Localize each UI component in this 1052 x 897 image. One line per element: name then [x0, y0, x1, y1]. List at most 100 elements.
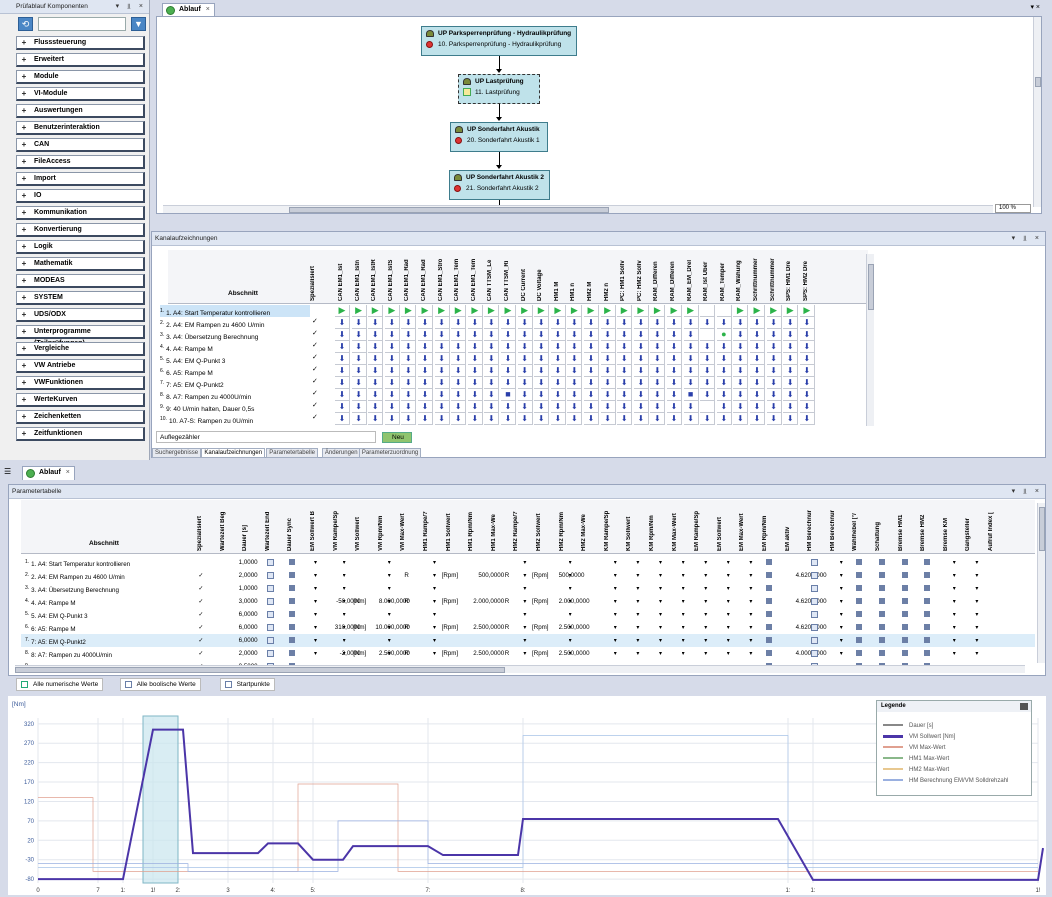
arrow-down-icon[interactable]: ⬇	[501, 317, 516, 329]
bremse-bool[interactable]	[879, 634, 891, 647]
dropdown-icon[interactable]: ▾	[975, 647, 983, 660]
arrow-down-icon[interactable]: ⬇	[335, 329, 350, 341]
column-header[interactable]: VM Max-Wert	[400, 501, 412, 551]
category-mathematik[interactable]: + Mathematik	[16, 257, 145, 271]
play-icon[interactable]: ▶	[467, 305, 483, 317]
arrow-down-icon[interactable]: ⬇	[484, 317, 500, 329]
arrow-down-icon[interactable]: ⬇	[799, 317, 815, 329]
filter-button-0[interactable]: Alle numerische Werte	[16, 678, 104, 691]
dropdown-icon[interactable]: ▾	[659, 556, 667, 569]
arrow-down-icon[interactable]: ⬇	[567, 329, 583, 341]
play-icon[interactable]: ▶	[401, 305, 417, 317]
dropdown-icon[interactable]: ▾	[682, 595, 690, 608]
bremse-bool[interactable]	[879, 621, 891, 634]
dropdown-icon[interactable]: ▾	[614, 634, 622, 647]
arrow-down-icon[interactable]: ⬇	[766, 377, 782, 389]
dropdown-icon[interactable]: ▾	[953, 608, 961, 621]
arrow-down-icon[interactable]: ⬇	[584, 377, 599, 389]
row-abschnitt[interactable]: 1. 1. A4: Start Temperatur kontrollieren	[25, 556, 175, 569]
arrow-down-icon[interactable]: ⬇	[750, 365, 765, 377]
dropdown-icon[interactable]: ▾	[388, 608, 396, 621]
row-abschnitt[interactable]: 2. 2. A4: EM Rampen zu 4600 U/min	[25, 569, 175, 582]
arrow-down-icon[interactable]: ⬇	[733, 317, 749, 329]
expand-icon[interactable]: +	[20, 175, 28, 183]
arrow-down-icon[interactable]: ⬇	[534, 341, 550, 353]
column-header[interactable]: VM Sollwert	[355, 501, 367, 551]
bremse-bool[interactable]	[856, 608, 868, 621]
arrow-down-icon[interactable]: ⬇	[799, 365, 815, 377]
arrow-down-icon[interactable]: ⬇	[633, 341, 649, 353]
dropdown-icon[interactable]: ▾	[523, 582, 531, 595]
category-konvertierung[interactable]: + Konvertierung	[16, 223, 145, 237]
column-header[interactable]: RAM_Temper	[720, 251, 732, 301]
checkbox[interactable]	[811, 610, 819, 618]
bremse-bool[interactable]	[879, 582, 891, 595]
arrow-down-icon[interactable]: ⬇	[517, 317, 533, 329]
checkbox[interactable]	[266, 649, 274, 657]
column-header[interactable]: CAN TTSM_Le	[487, 251, 499, 301]
arrow-down-icon[interactable]: ⬇	[650, 389, 666, 401]
arrow-down-icon[interactable]: ⬇	[617, 413, 633, 425]
hm1-unit-dropdown[interactable]: [Rpm]	[442, 569, 466, 582]
arrow-down-icon[interactable]: ⬇	[384, 317, 400, 329]
arrow-down-icon[interactable]: ⬇	[584, 401, 599, 413]
bremse-bool[interactable]	[901, 647, 914, 660]
arrow-down-icon[interactable]: ⬇	[401, 401, 417, 413]
hm2-max-value[interactable]	[559, 582, 597, 595]
dropdown-icon[interactable]: ▾	[975, 569, 983, 582]
arrow-down-icon[interactable]: ⬇	[766, 353, 782, 365]
arrow-down-icon[interactable]: ⬇	[667, 389, 682, 401]
dauer-sync-checkbox[interactable]	[266, 582, 279, 595]
hm2-max-value[interactable]: 2.000,0000	[559, 595, 597, 608]
play-icon[interactable]: ▶	[434, 305, 450, 317]
dropdown-icon[interactable]: ▾	[975, 582, 983, 595]
arrow-down-icon[interactable]: ⬇	[633, 329, 649, 341]
column-header[interactable]: CAN EM1_Rad	[404, 251, 416, 301]
vm-rampe-dropdown[interactable]: ▾	[314, 621, 326, 634]
arrow-down-icon[interactable]: ⬇	[351, 329, 367, 341]
arrow-down-icon[interactable]: ⬇	[384, 377, 400, 389]
play-icon[interactable]: ▶	[799, 305, 815, 317]
arrow-down-icon[interactable]: ⬇	[384, 341, 400, 353]
arrow-down-icon[interactable]: ⬇	[584, 413, 599, 425]
dropdown-icon[interactable]: ▾	[682, 569, 690, 582]
hm2-rampe-dropdown[interactable]: R	[505, 595, 517, 608]
bremse-bool[interactable]	[924, 569, 936, 582]
dropdown-icon[interactable]: ▾	[704, 634, 712, 647]
dropdown-icon[interactable]: ▾	[840, 621, 848, 634]
scroll-thumb[interactable]	[289, 207, 609, 213]
arrow-down-icon[interactable]: ⬇	[351, 365, 367, 377]
arrow-down-icon[interactable]: ⬇	[451, 329, 467, 341]
arrow-down-icon[interactable]: ⬇	[434, 389, 450, 401]
checkbox[interactable]	[266, 558, 274, 566]
bremse-bool[interactable]	[856, 569, 868, 582]
bremse-bool[interactable]	[879, 569, 891, 582]
column-header[interactable]: Gangsteller	[965, 501, 977, 551]
arrow-down-icon[interactable]: ⬇	[368, 365, 384, 377]
arrow-down-icon[interactable]: ⬇	[600, 365, 616, 377]
dropdown-icon[interactable]: ▾	[636, 647, 644, 660]
hm-berechnung-checkbox[interactable]	[811, 569, 823, 582]
dropdown-icon[interactable]: ▾	[433, 608, 441, 621]
arrow-down-icon[interactable]: ⬇	[501, 401, 516, 413]
arrow-down-icon[interactable]: ⬇	[650, 401, 666, 413]
expand-icon[interactable]: +	[20, 362, 28, 370]
dropdown-icon[interactable]: ▾	[953, 569, 961, 582]
arrow-down-icon[interactable]: ⬇	[418, 317, 433, 329]
dropdown-icon[interactable]: ▾	[704, 569, 712, 582]
arrow-down-icon[interactable]: ⬇	[716, 353, 732, 365]
arrow-down-icon[interactable]: ⬇	[418, 365, 433, 377]
dropdown-icon[interactable]: ▾	[569, 647, 577, 660]
arrow-down-icon[interactable]: ⬇	[534, 389, 550, 401]
em-aktiv-bool[interactable]	[766, 569, 778, 582]
category-wertekurven[interactable]: + WerteKurven	[16, 393, 145, 407]
arrow-down-icon[interactable]: ⬇	[517, 377, 533, 389]
dropdown-icon[interactable]: ▾	[682, 556, 690, 569]
column-header[interactable]: Schaltung	[875, 501, 887, 551]
arrow-down-icon[interactable]: ⬇	[766, 413, 782, 425]
bremse-bool[interactable]	[856, 647, 868, 660]
dropdown-icon[interactable]: ▾	[975, 621, 983, 634]
dropdown-icon[interactable]: ▾	[975, 634, 983, 647]
arrow-down-icon[interactable]: ⬇	[783, 329, 799, 341]
expand-icon[interactable]: +	[20, 379, 28, 387]
